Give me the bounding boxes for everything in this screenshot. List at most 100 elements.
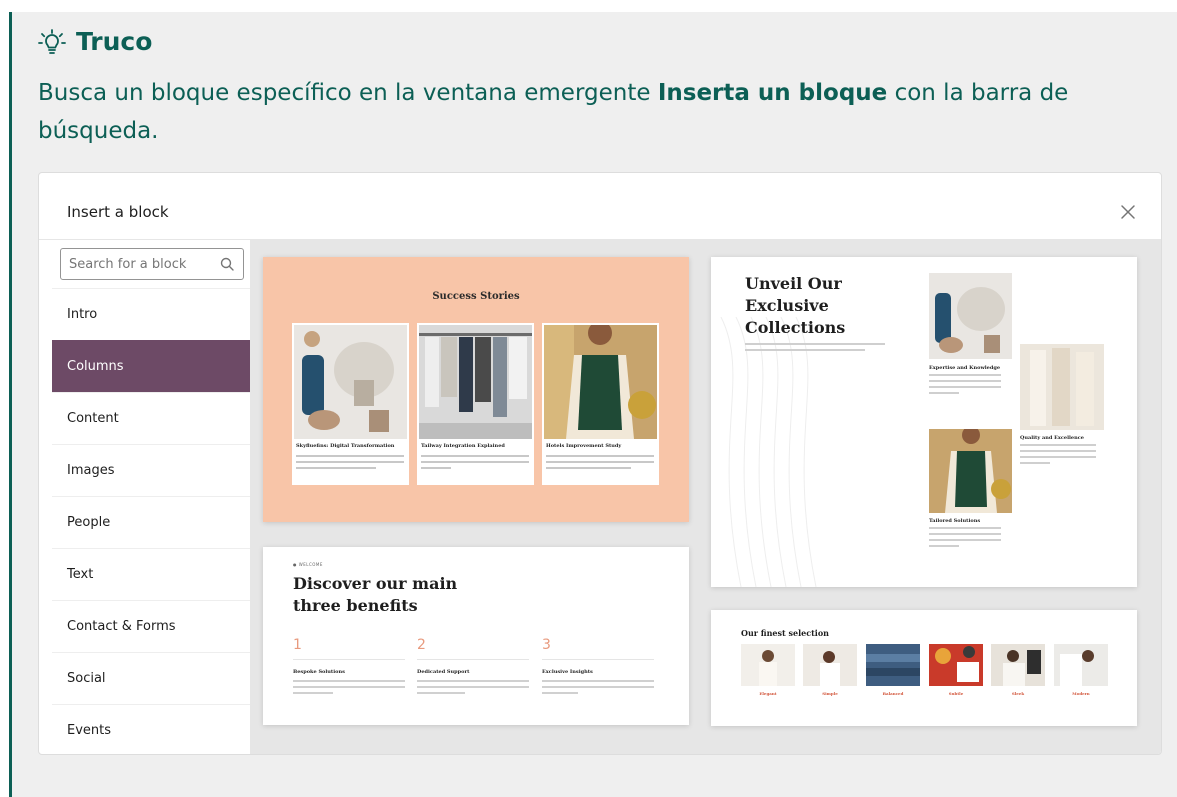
flatlay-clothes-image <box>929 273 1012 359</box>
benefit-heading: Exclusive Insights <box>542 669 593 675</box>
intro-text-line <box>745 343 885 345</box>
card-text-line <box>421 467 451 469</box>
benefit-text-line <box>542 686 654 688</box>
left-margin <box>0 0 9 797</box>
feature-text-line <box>929 527 1001 529</box>
tip-text: Busca un bloque específico en la ventana… <box>38 74 1088 150</box>
feature-text-line <box>1020 462 1050 464</box>
search-icon[interactable] <box>219 256 235 272</box>
tip-title: Truco <box>76 27 153 56</box>
selection-label: Sleek <box>1011 691 1025 696</box>
man-in-vest-image <box>544 325 657 439</box>
feature-text-line <box>929 539 1001 541</box>
tip-header: Truco <box>38 27 152 56</box>
tip-callout: Truco Busca un bloque específico en la v… <box>0 0 1177 797</box>
sleek-product-image <box>991 644 1045 686</box>
pattern-exclusive-collections[interactable]: Unveil Our Exclusive Collections Experti… <box>711 257 1137 587</box>
card-text-line <box>546 461 654 463</box>
story-card: Skyfluefins: Digital Transformation <box>292 323 409 485</box>
pattern-title: Discover our main three benefits <box>293 574 458 615</box>
feature-text-line <box>1020 444 1096 446</box>
selection-label: Balanced <box>882 691 904 696</box>
tip-text-bold: Inserta un bloque <box>657 80 888 106</box>
category-people[interactable]: People <box>52 496 250 548</box>
insert-block-modal: Insert a block Intro Columns Content Ima… <box>38 172 1162 755</box>
feature-text-line <box>929 392 959 394</box>
card-text-line <box>546 455 654 457</box>
benefit-number: 2 <box>417 637 426 653</box>
pattern-preview-area: Success Stories Skyfluefins: Digital Tra… <box>251 240 1161 754</box>
clothes-rack-image <box>419 325 532 439</box>
story-card: Hotels Improvement Study <box>542 323 659 485</box>
search-input[interactable] <box>69 256 209 272</box>
selection-item: Balanced <box>866 644 920 702</box>
category-content[interactable]: Content <box>52 392 250 444</box>
feature-title: Quality and Excellence <box>1020 435 1084 441</box>
selection-label: Simple <box>822 691 838 696</box>
feature-text-line <box>929 533 1001 535</box>
benefit-number: 1 <box>293 637 302 653</box>
selection-item: Sleek <box>991 644 1045 702</box>
selection-item: Subtle <box>929 644 983 702</box>
feature-text-line <box>929 374 1001 376</box>
subtle-product-image <box>929 644 983 686</box>
feature-text-line <box>929 380 1001 382</box>
feature-text-line <box>929 545 959 547</box>
modern-product-image <box>1054 644 1108 686</box>
card-title: Skyfluefins: Digital Transformation <box>296 443 395 449</box>
selection-label: Elegant <box>759 691 777 696</box>
benefit-text-line <box>293 692 333 694</box>
selection-item: Modern <box>1054 644 1108 702</box>
top-margin <box>0 0 1177 12</box>
category-sidebar: Intro Columns Content Images People Text… <box>52 240 251 754</box>
flatlay-clothes-image <box>294 325 407 439</box>
benefit-heading: Bespoke Solutions <box>293 669 345 675</box>
benefit-text-line <box>417 680 529 682</box>
benefit-text-line <box>542 692 578 694</box>
selection-label: Subtle <box>948 691 964 696</box>
benefit-text-line <box>417 692 465 694</box>
benefit-number: 3 <box>542 637 551 653</box>
card-text-line <box>546 467 631 469</box>
benefit-text-line <box>293 686 405 688</box>
card-text-line <box>296 461 404 463</box>
balanced-product-image <box>866 644 920 686</box>
card-text-line <box>296 467 376 469</box>
feature-text-line <box>929 386 1001 388</box>
pattern-title: Success Stories <box>432 291 520 302</box>
category-contact-forms[interactable]: Contact & Forms <box>52 600 250 652</box>
feature-text-line <box>1020 450 1096 452</box>
card-title: Hotels Improvement Study <box>546 443 622 449</box>
category-images[interactable]: Images <box>52 444 250 496</box>
search-field[interactable] <box>60 248 244 280</box>
lightbulb-icon <box>38 28 66 54</box>
simple-product-image <box>803 644 857 686</box>
feature-title: Expertise and Knowledge <box>929 365 1001 371</box>
benefit-text-line <box>542 680 654 682</box>
man-in-vest-image <box>929 429 1012 513</box>
pattern-three-benefits[interactable]: ● WELCOME Discover our main three benefi… <box>263 547 689 725</box>
close-icon[interactable] <box>1117 201 1139 223</box>
category-text[interactable]: Text <box>52 548 250 600</box>
selection-label: Modern <box>1072 691 1090 696</box>
category-columns[interactable]: Columns <box>52 340 250 392</box>
pattern-kicker: ● WELCOME <box>293 562 323 567</box>
selection-item: Elegant <box>741 644 795 702</box>
category-intro[interactable]: Intro <box>52 288 250 340</box>
benefit-divider <box>293 659 405 660</box>
benefit-text-line <box>293 680 405 682</box>
tip-text-before: Busca un bloque específico en la ventana… <box>38 80 658 106</box>
intro-text-line <box>745 349 865 351</box>
category-events[interactable]: Events <box>52 704 250 754</box>
pattern-success-stories[interactable]: Success Stories Skyfluefins: Digital Tra… <box>263 257 689 522</box>
pattern-title: Unveil Our Exclusive Collections <box>745 274 846 337</box>
card-text-line <box>421 461 529 463</box>
tip-accent-border <box>9 12 12 797</box>
benefit-heading: Dedicated Support <box>417 669 470 675</box>
pattern-title: Our finest selection <box>741 628 829 638</box>
category-social[interactable]: Social <box>52 652 250 704</box>
benefit-divider <box>542 659 654 660</box>
feature-text-line <box>1020 456 1096 458</box>
pattern-finest-selection[interactable]: Our finest selection Elegant Simple Bala… <box>711 610 1137 726</box>
feature-title: Tailored Solutions <box>929 518 981 524</box>
